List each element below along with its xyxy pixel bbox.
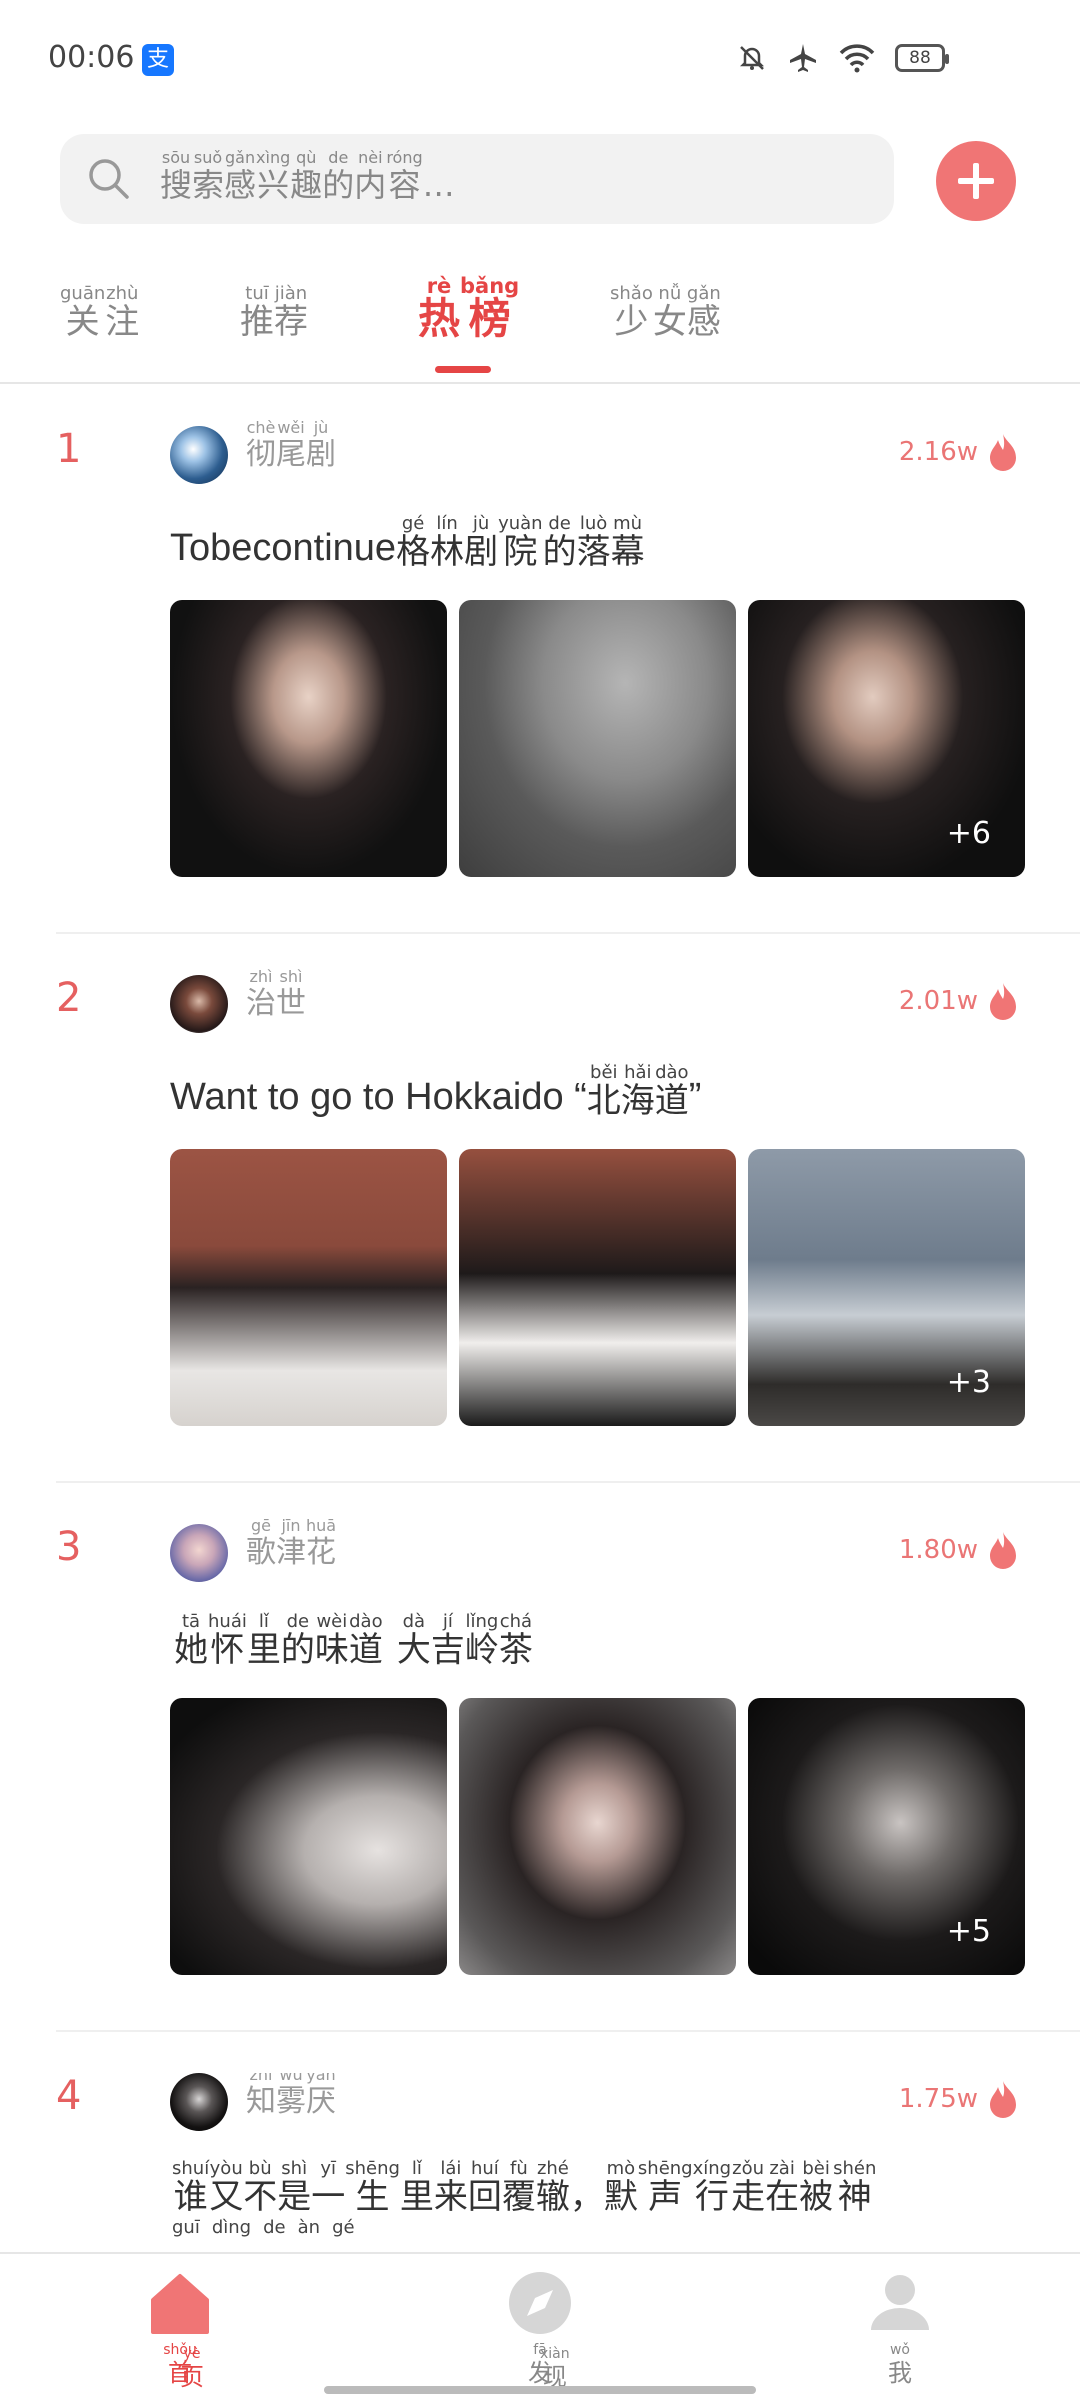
nav-me[interactable]: wǒ 我 — [820, 2270, 980, 2386]
compass-icon — [509, 2272, 571, 2334]
divider — [56, 932, 1080, 934]
category-tabs: guān 关 zhù 注 tuī 推 jiàn 荐 rè 热 bǎng 榜 shǎo 少 nǚ 女 gǎn… — [0, 276, 1080, 384]
heat-value: 2.16w — [898, 437, 978, 467]
author-name[interactable]: zhī 知 wù 雾 yàn 厌 — [246, 2073, 336, 2118]
post-rank: 2 — [56, 975, 82, 1021]
search-icon — [89, 159, 129, 199]
author-name[interactable]: chè 彻 wěi 尾 jù 剧 — [246, 418, 336, 471]
bottom-navigation: shǒu 首 yè 页 fā 发 xiàn 现 wǒ 我 — [0, 2252, 1080, 2400]
avatar[interactable] — [170, 1524, 228, 1582]
post-title[interactable]: shuí 谁 yòu 又 bù 不 shì 是 yī 一 shēng 生 lǐ 里 lái 来 huí 回 fù 覆 z… — [172, 2159, 1032, 2238]
status-bar: 00:06 支 88 — [0, 0, 1080, 120]
post-photo[interactable] — [170, 600, 447, 877]
post-title[interactable]: Want to go to Hokkaido “ běi 北 hǎi 海 dào 道 ” — [170, 1063, 701, 1120]
post-photo[interactable] — [459, 1149, 736, 1426]
flame-icon — [990, 434, 1016, 471]
search-input[interactable]: sōu 搜 suǒ 索 gǎn 感 xìng 兴 qù 趣 de 的 nèi 内 róng 容… — [60, 134, 894, 224]
heat-value: 2.01w — [898, 986, 978, 1016]
post-rank: 3 — [56, 1524, 82, 1570]
search-placeholder: sōu 搜 suǒ 索 gǎn 感 xìng 兴 qù 趣 de 的 nèi 内 róng 容… — [160, 148, 455, 204]
post-photo[interactable]: +3 — [748, 1149, 1025, 1426]
heat-count: 1.80w — [899, 1530, 1020, 1570]
flame-icon — [990, 1532, 1016, 1569]
post-photo[interactable] — [170, 1698, 447, 1975]
mute-bell-icon — [739, 46, 765, 70]
battery-icon: 88 — [895, 44, 949, 72]
post-photo[interactable] — [459, 600, 736, 877]
avatar[interactable] — [170, 2073, 228, 2131]
hot-post-2[interactable]: 2 zhì 治 shì 世 2.01w Want to go to Hokkaido … — [0, 967, 1080, 1445]
heat-value: 1.75w — [898, 2084, 978, 2114]
flame-icon — [990, 2081, 1016, 2118]
user-icon — [871, 2275, 929, 2330]
more-photos-count: +5 — [946, 1914, 991, 1949]
nav-discover[interactable]: fā 发 xiàn 现 — [460, 2270, 620, 2390]
heat-value: 1.80w — [898, 1535, 978, 1565]
post-photo[interactable] — [459, 1698, 736, 1975]
avatar[interactable] — [170, 975, 228, 1033]
heat-count: 1.75w — [899, 2079, 1020, 2119]
active-tab-indicator — [435, 366, 491, 373]
flame-icon — [990, 983, 1016, 1020]
heat-count: 2.16w — [899, 432, 1020, 472]
post-photo[interactable]: +6 — [748, 600, 1025, 877]
hot-post-4[interactable]: 4 zhī 知 wù 雾 yàn 厌 1.75w shuí 谁 yòu 又 bù 不 shì 是 yī 一 s… — [0, 2073, 1080, 2251]
divider — [56, 1481, 1080, 1483]
status-icons: 88 — [737, 42, 949, 74]
more-photos-count: +6 — [946, 816, 991, 851]
author-name[interactable]: gē 歌 jīn 津 huā 花 — [246, 1516, 336, 1569]
home-indicator-bar[interactable] — [324, 2386, 756, 2394]
more-photos-count: +3 — [946, 1365, 991, 1400]
post-photo[interactable] — [170, 1149, 447, 1426]
post-photo[interactable]: +5 — [748, 1698, 1025, 1975]
heat-count: 2.01w — [899, 981, 1020, 1021]
photo-grid: +6 — [170, 600, 1025, 877]
post-rank: 1 — [56, 426, 82, 472]
alipay-notification-icon: 支 — [142, 44, 174, 76]
post-title[interactable]: Tobecontinue gé 格 lín 林 jù 剧 yuàn 院 de 的 luò 落 mù 幕 — [170, 514, 645, 571]
photo-grid: +3 — [170, 1149, 1025, 1426]
hot-post-3[interactable]: 3 gē 歌 jīn 津 huā 花 1.80w tā 她 huái 怀 lǐ 里 de 的 wèi 味 dà… — [0, 1516, 1080, 1994]
add-post-button[interactable] — [936, 141, 1016, 221]
author-name[interactable]: zhì 治 shì 世 — [246, 967, 306, 1020]
tab-recommended[interactable]: tuī 推 jiàn 荐 — [240, 284, 308, 341]
wifi-icon — [839, 44, 875, 73]
status-time: 00:06 — [48, 40, 135, 75]
battery-level: 88 — [909, 48, 931, 68]
tab-following[interactable]: guān 关 zhù 注 — [60, 284, 139, 341]
tab-girly[interactable]: shǎo 少 nǚ 女 gǎn 感 — [610, 284, 721, 341]
nav-home[interactable]: shǒu 首 yè 页 — [100, 2270, 260, 2390]
avatar[interactable] — [170, 426, 228, 484]
divider — [56, 2030, 1080, 2032]
hot-post-1[interactable]: 1 chè 彻 wěi 尾 jù 剧 2.16w Tobecontinue gé 格 lín 林… — [0, 418, 1080, 896]
post-rank: 4 — [56, 2073, 82, 2119]
post-title[interactable]: tā 她 huái 怀 lǐ 里 de 的 wèi 味 dào 道 dà 大 jí 吉 lǐng 岭 chá 茶 — [174, 1612, 533, 1669]
home-icon — [151, 2274, 209, 2334]
airplane-icon — [790, 44, 816, 72]
photo-grid: +5 — [170, 1698, 1025, 1975]
tab-hot-list[interactable]: rè 热 bǎng 榜 — [418, 276, 519, 342]
